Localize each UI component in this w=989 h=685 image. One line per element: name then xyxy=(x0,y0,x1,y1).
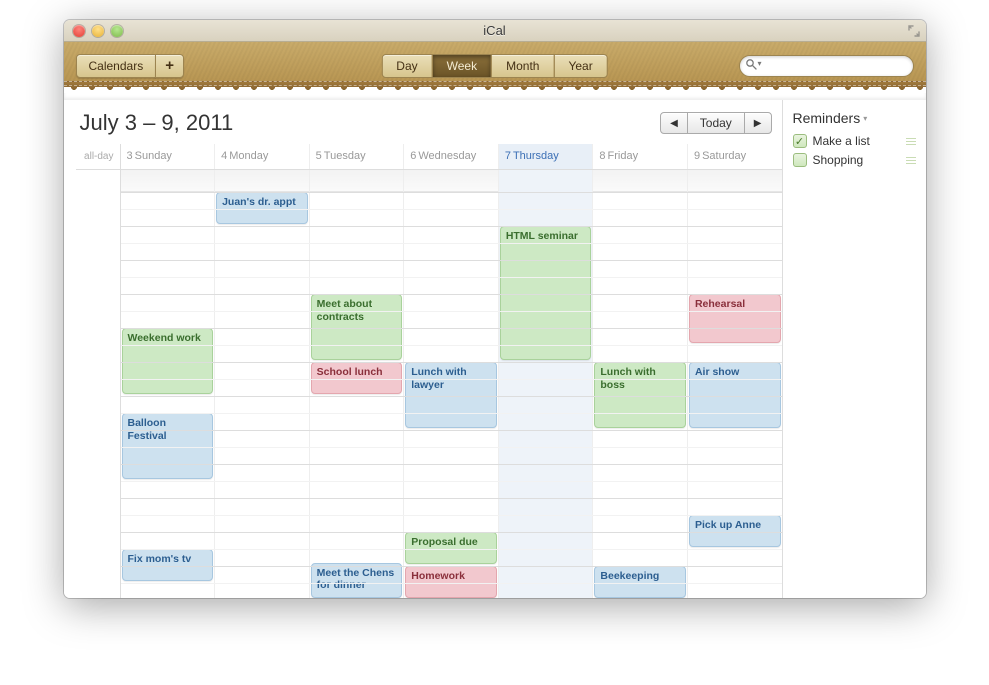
day-column[interactable]: Lunch with boss Beekeeping xyxy=(593,170,688,598)
torn-paper-edge xyxy=(64,90,926,100)
calendar-event[interactable]: Homework xyxy=(405,566,497,598)
day-column[interactable]: Juan's dr. appt xyxy=(215,170,310,598)
chevron-down-icon: ▾ xyxy=(758,59,762,68)
calendars-button[interactable]: Calendars xyxy=(76,54,157,78)
grip-icon[interactable] xyxy=(906,138,916,145)
day-headers: 3Sunday4Monday5Tuesday6Wednesday7Thursda… xyxy=(121,144,782,170)
toolbar: Calendars + DayWeekMonthYear ▾ xyxy=(64,42,926,90)
today-button[interactable]: Today xyxy=(688,112,744,134)
chevron-down-icon: ▾ xyxy=(863,114,867,123)
days-area: 3Sunday4Monday5Tuesday6Wednesday7Thursda… xyxy=(120,144,782,598)
calendar-event[interactable]: School lunch xyxy=(311,362,403,394)
grid-body[interactable]: Weekend work Balloon Festival Fix mom's tv… xyxy=(121,170,782,598)
reminder-checkbox[interactable]: ✓ xyxy=(793,134,807,148)
day-column[interactable]: Rehearsal Air show Pick up Anne xyxy=(688,170,782,598)
day-header[interactable]: 7Thursday xyxy=(499,144,594,169)
date-range-title: July 3 – 9, 2011 xyxy=(80,110,234,136)
calendar-event[interactable]: Proposal due xyxy=(405,532,497,564)
search-icon: ▾ xyxy=(745,58,762,70)
triangle-right-icon: ▶ xyxy=(754,118,762,129)
reminder-label: Shopping xyxy=(813,153,864,167)
calendar-event[interactable]: Balloon Festival xyxy=(122,413,214,479)
calendar-event[interactable]: Lunch with boss xyxy=(594,362,686,428)
day-header[interactable]: 3Sunday xyxy=(121,144,216,169)
calendar-event[interactable]: Meet about contracts xyxy=(311,294,403,360)
calendar-event[interactable]: Fix mom's tv xyxy=(122,549,214,581)
calendar-header: July 3 – 9, 2011 ◀ Today ▶ xyxy=(76,110,782,144)
time-gutter: all-day 8 AM9 AM10 AM11 AMNoon1 PM2 PM3 … xyxy=(76,144,120,598)
calendar-event[interactable]: Lunch with lawyer xyxy=(405,362,497,428)
grip-icon[interactable] xyxy=(906,157,916,164)
day-header[interactable]: 6Wednesday xyxy=(404,144,499,169)
view-tab-week[interactable]: Week xyxy=(432,54,492,78)
calendar-event[interactable]: Beekeeping xyxy=(594,566,686,598)
calendar-event[interactable]: Rehearsal xyxy=(689,294,781,343)
calendar-event[interactable]: Air show xyxy=(689,362,781,428)
prev-button[interactable]: ◀ xyxy=(660,112,688,134)
reminders-title-label: Reminders xyxy=(793,110,861,126)
calendar-event[interactable]: Meet the Chens for dinner xyxy=(311,563,403,598)
reminder-item[interactable]: Shopping xyxy=(793,153,916,167)
plus-icon: + xyxy=(165,57,174,74)
search-wrap: ▾ xyxy=(739,55,914,77)
minimize-window-button[interactable] xyxy=(92,25,104,37)
day-header[interactable]: 5Tuesday xyxy=(310,144,405,169)
reminder-label: Make a list xyxy=(813,134,870,148)
next-button[interactable]: ▶ xyxy=(744,112,772,134)
day-column[interactable]: HTML seminar xyxy=(499,170,594,598)
reminder-checkbox[interactable] xyxy=(793,153,807,167)
zoom-window-button[interactable] xyxy=(111,25,123,37)
calendar-event[interactable]: Weekend work xyxy=(122,328,214,394)
reminders-pane: Reminders ▾ ✓ Make a list Shopping xyxy=(782,100,926,598)
content-area: July 3 – 9, 2011 ◀ Today ▶ all-day 8 AM9… xyxy=(64,100,926,598)
calendar-event[interactable]: Pick up Anne xyxy=(689,515,781,547)
view-tab-year[interactable]: Year xyxy=(553,54,607,78)
calendar-pane: July 3 – 9, 2011 ◀ Today ▶ all-day 8 AM9… xyxy=(64,100,782,598)
day-column[interactable]: Lunch with lawyer Proposal dueHomework xyxy=(404,170,499,598)
view-tab-month[interactable]: Month xyxy=(491,54,554,78)
app-window: iCal Calendars + DayWeekMonthYear ▾ July… xyxy=(64,20,926,598)
window-title: iCal xyxy=(64,23,926,38)
day-header[interactable]: 8Friday xyxy=(593,144,688,169)
close-window-button[interactable] xyxy=(73,25,85,37)
day-header[interactable]: 4Monday xyxy=(215,144,310,169)
day-column[interactable]: Meet about contractsSchool lunch Meet the… xyxy=(310,170,405,598)
calendar-grid: all-day 8 AM9 AM10 AM11 AMNoon1 PM2 PM3 … xyxy=(76,144,782,598)
calendar-event[interactable]: Juan's dr. appt xyxy=(216,192,308,224)
day-header[interactable]: 9Saturday xyxy=(688,144,782,169)
view-segmented-control: DayWeekMonthYear xyxy=(381,54,607,78)
fullscreen-icon[interactable] xyxy=(908,24,920,36)
nav-cluster: ◀ Today ▶ xyxy=(660,112,771,134)
triangle-left-icon: ◀ xyxy=(670,118,678,129)
reminders-title[interactable]: Reminders ▾ xyxy=(793,110,916,126)
day-column[interactable]: Weekend work Balloon Festival Fix mom's tv xyxy=(121,170,216,598)
view-tab-day[interactable]: Day xyxy=(381,54,432,78)
search-input[interactable] xyxy=(739,55,914,77)
calendar-event[interactable]: HTML seminar xyxy=(500,226,592,360)
add-button[interactable]: + xyxy=(155,54,184,78)
traffic-lights xyxy=(64,25,123,37)
titlebar: iCal xyxy=(64,20,926,42)
allday-label: all-day xyxy=(76,144,120,170)
reminder-item[interactable]: ✓ Make a list xyxy=(793,134,916,148)
